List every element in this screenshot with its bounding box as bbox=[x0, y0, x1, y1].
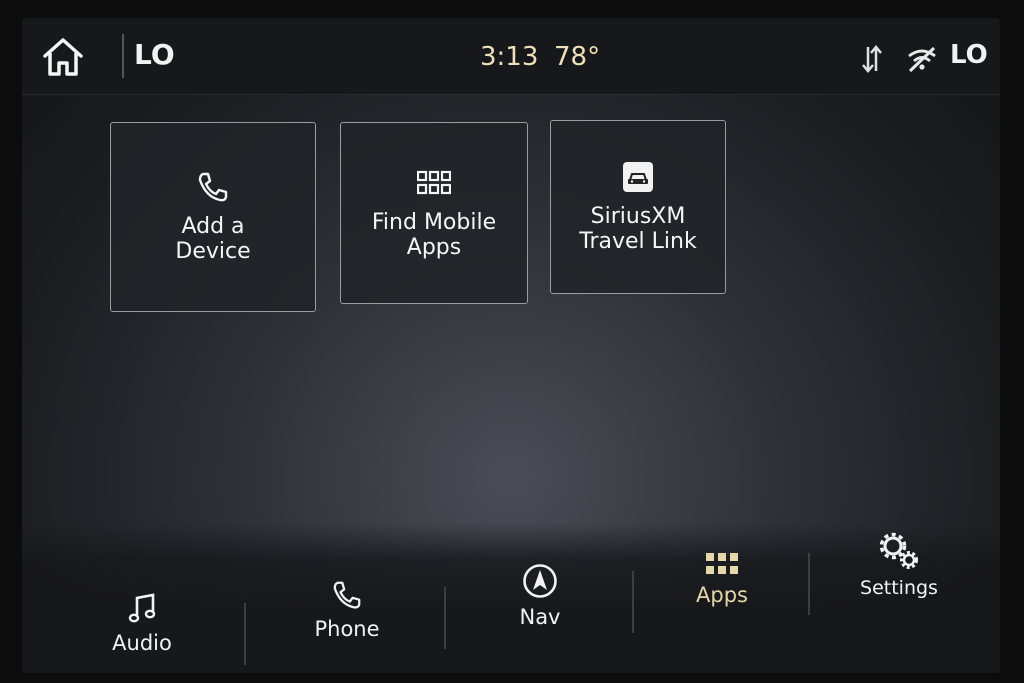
music-note-icon bbox=[128, 593, 156, 623]
nav-audio[interactable]: Audio bbox=[92, 593, 192, 655]
find-mobile-apps-tile[interactable]: Find Mobile Apps bbox=[340, 122, 528, 304]
apps-grid-icon bbox=[706, 553, 738, 574]
nav-audio-label: Audio bbox=[112, 631, 172, 655]
nav-separator bbox=[808, 553, 810, 615]
phone-icon bbox=[196, 170, 230, 204]
driver-temp-setting[interactable]: LO bbox=[134, 38, 175, 71]
home-icon bbox=[43, 38, 83, 76]
sync-icon bbox=[862, 45, 882, 73]
siriusxm-travel-link-label: SiriusXM Travel Link bbox=[579, 204, 697, 254]
outside-temperature: 78° bbox=[554, 42, 601, 72]
navigation-compass-icon bbox=[523, 564, 557, 598]
top-status-bar: LO 3:13 78° LO bbox=[22, 18, 1000, 95]
settings-gears-icon bbox=[879, 532, 918, 569]
clock: 3:13 bbox=[480, 42, 539, 72]
nav-apps[interactable]: Apps bbox=[672, 551, 772, 607]
nav-separator bbox=[244, 603, 246, 665]
nav-apps-label: Apps bbox=[696, 583, 748, 607]
nav-settings-label: Settings bbox=[860, 577, 938, 599]
infotainment-screen: LO 3:13 78° LO Add a Device Find Mobile … bbox=[22, 18, 1000, 673]
wifi-off-icon bbox=[908, 46, 936, 73]
apps-grid-icon bbox=[417, 166, 451, 200]
topbar-divider bbox=[122, 34, 124, 78]
nav-phone-label: Phone bbox=[314, 617, 380, 641]
add-device-tile[interactable]: Add a Device bbox=[110, 122, 316, 312]
phone-icon bbox=[333, 581, 361, 609]
nav-phone[interactable]: Phone bbox=[297, 579, 397, 641]
add-device-label: Add a Device bbox=[175, 214, 251, 264]
home-button[interactable] bbox=[40, 36, 86, 78]
nav-nav-label: Nav bbox=[519, 605, 561, 629]
car-icon bbox=[621, 160, 655, 194]
nav-separator bbox=[632, 571, 634, 633]
nav-nav[interactable]: Nav bbox=[490, 563, 590, 629]
nav-settings[interactable]: Settings bbox=[844, 531, 954, 599]
siriusxm-travel-link-tile[interactable]: SiriusXM Travel Link bbox=[550, 120, 726, 294]
bottom-nav-bar: Audio Phone Nav Apps Settings bbox=[22, 523, 1000, 673]
nav-separator bbox=[444, 587, 446, 649]
find-mobile-apps-label: Find Mobile Apps bbox=[371, 210, 497, 260]
passenger-temp-setting[interactable]: LO bbox=[950, 40, 988, 70]
